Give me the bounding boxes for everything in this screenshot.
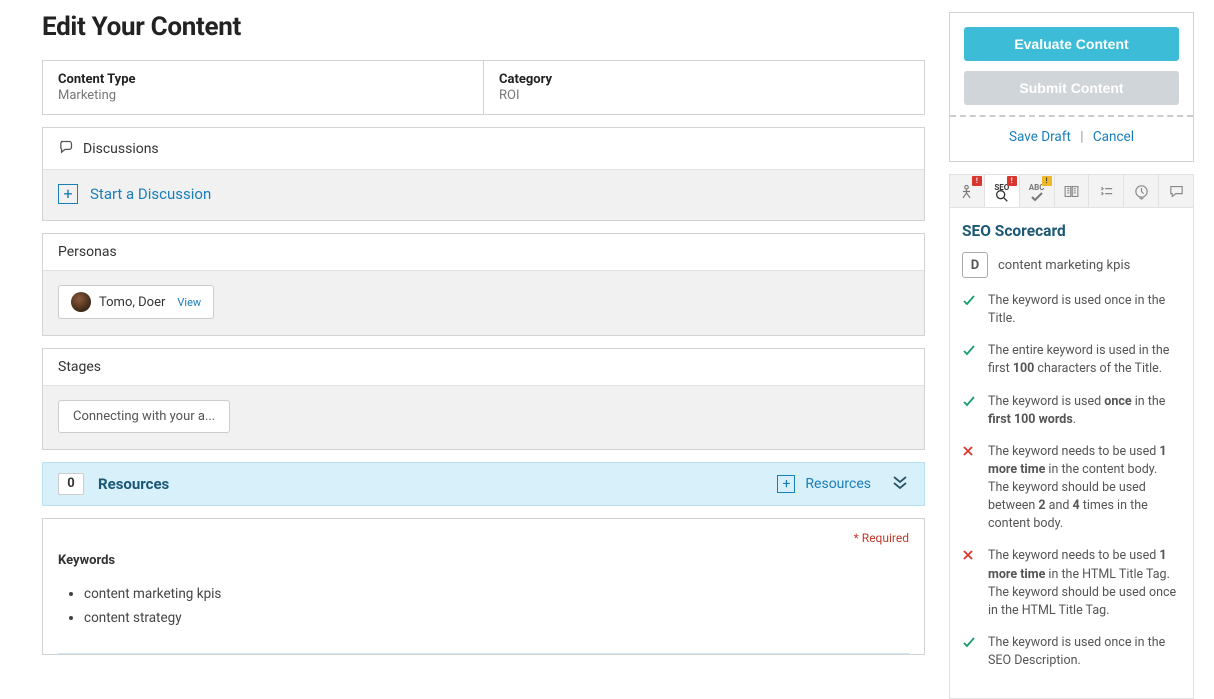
tab-readability[interactable]: ABC ! xyxy=(1020,175,1055,207)
tab-book[interactable] xyxy=(1055,175,1090,207)
scorecard-row-text: The keyword is used once in the Title. xyxy=(988,292,1181,328)
scorecard-row: The keyword is used once in the Title. xyxy=(962,292,1181,328)
divider xyxy=(950,115,1193,117)
evaluate-content-button[interactable]: Evaluate Content xyxy=(964,27,1179,61)
scorecard-row: The keyword is used once in the first 10… xyxy=(962,393,1181,429)
required-label: * Required xyxy=(854,531,909,545)
discussions-section: Discussions + Start a Discussion xyxy=(42,127,925,221)
actions-panel: Evaluate Content Submit Content Save Dra… xyxy=(949,12,1194,162)
resources-bar[interactable]: 0 Resources + Resources xyxy=(42,462,925,506)
separator: | xyxy=(1080,129,1083,145)
keyword-item: content strategy xyxy=(84,606,909,630)
persona-chip[interactable]: Tomo, Doer View xyxy=(58,285,214,319)
save-draft-link[interactable]: Save Draft xyxy=(1009,129,1071,145)
submit-content-button: Submit Content xyxy=(964,71,1179,105)
tab-checklist[interactable] xyxy=(1089,175,1124,207)
check-icon xyxy=(962,636,978,670)
scorecard-row: The keyword needs to be used 1 more time… xyxy=(962,547,1181,620)
scorecard-keyword: D content marketing kpis xyxy=(962,252,1181,278)
tab-comments[interactable] xyxy=(1159,175,1193,207)
persona-view-link[interactable]: View xyxy=(177,296,201,309)
add-resource-label[interactable]: Resources xyxy=(805,476,871,492)
cancel-link[interactable]: Cancel xyxy=(1093,129,1134,145)
tab-history[interactable] xyxy=(1124,175,1159,207)
keywords-section: * Required Keywords content marketing kp… xyxy=(42,518,925,655)
tab-star[interactable]: ! xyxy=(950,175,985,207)
stage-chip[interactable]: Connecting with your a... xyxy=(58,400,230,433)
scorecard-row-text: The keyword is used once in the first 10… xyxy=(988,393,1181,429)
start-discussion-button[interactable]: + Start a Discussion xyxy=(58,184,909,204)
scorecard-title: SEO Scorecard xyxy=(962,222,1181,240)
keyword-item: content marketing kpis xyxy=(84,582,909,606)
content-header: Content Type Marketing Category ROI xyxy=(42,60,925,115)
stage-label: Connecting with your a... xyxy=(73,409,215,424)
persona-name: Tomo, Doer xyxy=(99,295,165,310)
scorecard-grade: D xyxy=(962,252,988,278)
resources-count: 0 xyxy=(58,473,84,495)
resources-label: Resources xyxy=(98,475,763,493)
start-discussion-label: Start a Discussion xyxy=(90,185,211,203)
alert-badge: ! xyxy=(1007,176,1017,186)
scorecard-tabs: ! SEO ! ABC ! xyxy=(949,174,1194,208)
seo-scorecard: SEO Scorecard D content marketing kpis T… xyxy=(949,208,1194,699)
avatar xyxy=(71,292,91,312)
warning-badge: ! xyxy=(1042,176,1052,186)
scorecard-row: The entire keyword is used in the first … xyxy=(962,342,1181,378)
divider xyxy=(58,653,909,654)
check-icon xyxy=(962,395,978,429)
content-type-label: Content Type xyxy=(58,72,468,87)
scorecard-keyword-text: content marketing kpis xyxy=(998,258,1130,273)
content-type-value: Marketing xyxy=(58,88,468,103)
stages-section: Stages Connecting with your a... xyxy=(42,348,925,450)
scorecard-row: The keyword needs to be used 1 more time… xyxy=(962,443,1181,534)
tab-seo[interactable]: SEO ! xyxy=(985,175,1020,207)
keywords-list: content marketing kpis content strategy xyxy=(58,582,909,631)
alert-badge: ! xyxy=(972,176,982,186)
plus-icon: + xyxy=(58,184,78,204)
category-value: ROI xyxy=(499,88,909,103)
x-icon xyxy=(962,549,978,620)
x-icon xyxy=(962,445,978,534)
keywords-title: Keywords xyxy=(58,553,115,568)
add-resource-icon[interactable]: + xyxy=(777,475,795,493)
category-label: Category xyxy=(499,72,909,87)
chevron-down-double-icon[interactable] xyxy=(891,475,909,493)
check-icon xyxy=(962,294,978,328)
chat-icon xyxy=(58,138,75,159)
scorecard-row-text: The entire keyword is used in the first … xyxy=(988,342,1181,378)
stages-title: Stages xyxy=(58,359,101,375)
check-icon xyxy=(962,344,978,378)
personas-section: Personas Tomo, Doer View xyxy=(42,233,925,336)
scorecard-row: The keyword is used once in the SEO Desc… xyxy=(962,634,1181,670)
personas-title: Personas xyxy=(58,244,117,260)
discussions-title: Discussions xyxy=(83,141,159,157)
scorecard-row-text: The keyword needs to be used 1 more time… xyxy=(988,443,1181,534)
scorecard-row-text: The keyword is used once in the SEO Desc… xyxy=(988,634,1181,670)
scorecard-row-text: The keyword needs to be used 1 more time… xyxy=(988,547,1181,620)
page-title: Edit Your Content xyxy=(42,12,925,42)
